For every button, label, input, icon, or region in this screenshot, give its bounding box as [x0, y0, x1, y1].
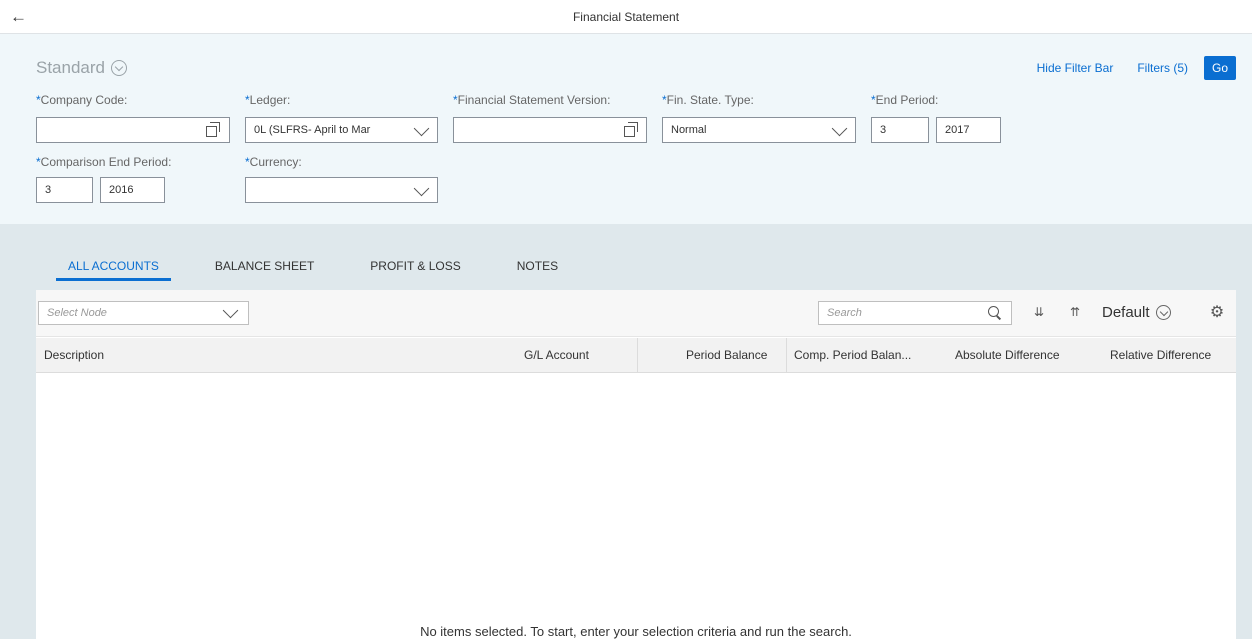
fs-version-input[interactable] — [453, 117, 647, 143]
table-panel: Select Node Search ⇊ ⇈ Default ⚙ Descrip… — [36, 290, 1236, 639]
chevron-down-icon — [1155, 305, 1171, 320]
comparison-period-input[interactable]: 3 — [36, 177, 93, 203]
column-separator — [786, 338, 787, 373]
column-comp-period-balance[interactable]: Comp. Period Balan... — [794, 338, 911, 373]
comparison-year-input[interactable]: 2016 — [100, 177, 165, 203]
no-data-text: No items selected. To start, enter your … — [420, 624, 852, 639]
chevron-down-icon — [111, 60, 127, 76]
end-period-input[interactable]: 3 — [871, 117, 929, 143]
filter-actions: Hide Filter Bar Filters (5) Go — [1013, 56, 1236, 80]
table-variant-selector[interactable]: Default — [1102, 304, 1171, 321]
hide-filter-bar-button[interactable]: Hide Filter Bar — [1037, 61, 1114, 75]
tab-notes[interactable]: NOTES — [505, 259, 570, 281]
value-help-icon[interactable] — [624, 122, 638, 137]
end-year-input[interactable]: 2017 — [936, 117, 1001, 143]
fs-version-label: *Financial Statement Version: — [453, 93, 611, 107]
ledger-label: *Ledger: — [245, 93, 291, 107]
currency-select[interactable] — [245, 177, 438, 203]
fs-type-select[interactable]: Normal — [662, 117, 856, 143]
search-input[interactable]: Search — [818, 301, 1012, 325]
filters-button[interactable]: Filters (5) — [1137, 61, 1188, 75]
tab-bar: ALL ACCOUNTS BALANCE SHEET PROFIT & LOSS… — [56, 259, 602, 281]
company-code-label: *Company Code: — [36, 93, 128, 107]
tab-all-accounts[interactable]: ALL ACCOUNTS — [56, 259, 171, 281]
currency-label: *Currency: — [245, 155, 302, 169]
chevron-down-icon — [831, 120, 848, 137]
filter-bar: Standard Hide Filter Bar Filters (5) Go … — [0, 34, 1252, 224]
gear-icon[interactable]: ⚙ — [1208, 304, 1226, 322]
select-node-dropdown[interactable]: Select Node — [38, 301, 249, 325]
fs-type-label: *Fin. State. Type: — [662, 93, 754, 107]
content-area: ALL ACCOUNTS BALANCE SHEET PROFIT & LOSS… — [0, 224, 1252, 639]
column-separator — [637, 338, 638, 373]
table-variant-label: Default — [1102, 304, 1150, 321]
column-gl-account[interactable]: G/L Account — [524, 338, 589, 373]
chevron-down-icon — [413, 120, 430, 137]
comparison-end-period-label: *Comparison End Period: — [36, 155, 172, 169]
chevron-down-icon — [413, 180, 430, 197]
collapse-all-icon[interactable]: ⇈ — [1068, 305, 1082, 319]
shell-bar: ← Financial Statement — [0, 0, 1252, 34]
variant-label: Standard — [36, 58, 105, 77]
ledger-select[interactable]: 0L (SLFRS- April to Mar — [245, 117, 438, 143]
column-period-balance[interactable]: Period Balance — [686, 338, 767, 373]
column-relative-difference[interactable]: Relative Difference — [1110, 338, 1211, 373]
chevron-down-icon — [222, 302, 239, 319]
value-help-icon[interactable] — [206, 122, 220, 137]
search-icon[interactable] — [988, 306, 1001, 319]
tab-profit-loss[interactable]: PROFIT & LOSS — [358, 259, 472, 281]
table-header: Description G/L Account Period Balance C… — [36, 338, 1236, 373]
app-title: Financial Statement — [572, 10, 680, 24]
column-absolute-difference[interactable]: Absolute Difference — [955, 338, 1060, 373]
go-button[interactable]: Go — [1204, 56, 1236, 80]
company-code-input[interactable] — [36, 117, 230, 143]
expand-all-icon[interactable]: ⇊ — [1032, 305, 1046, 319]
column-description[interactable]: Description — [44, 338, 104, 373]
end-period-label: *End Period: — [871, 93, 939, 107]
tab-balance-sheet[interactable]: BALANCE SHEET — [203, 259, 326, 281]
variant-selector[interactable]: Standard — [36, 58, 127, 78]
table-toolbar: Select Node Search ⇊ ⇈ Default ⚙ — [36, 290, 1236, 337]
